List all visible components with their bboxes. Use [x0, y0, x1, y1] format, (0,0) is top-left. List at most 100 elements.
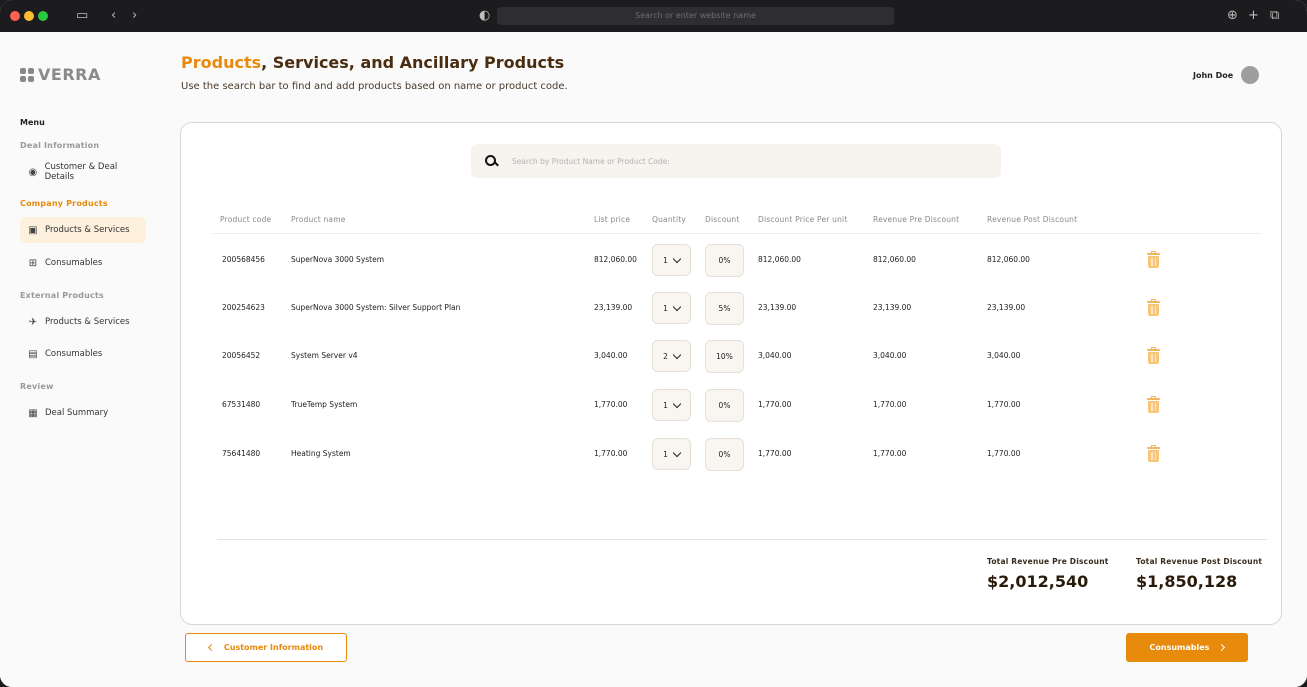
section-review: Review: [20, 382, 54, 391]
trash-icon[interactable]: [1147, 445, 1160, 462]
product-code: 75641480: [222, 449, 261, 458]
trash-icon[interactable]: [1147, 347, 1160, 364]
table-row: 200254623 SuperNova 3000 System: Silver …: [181, 292, 1283, 325]
shield-icon[interactable]: ◐: [479, 8, 490, 24]
revenue-pre: 3,040.00: [873, 351, 907, 360]
revenue-post: 1,770.00: [987, 400, 1021, 409]
discount-price: 812,060.00: [758, 255, 801, 264]
minimize-window-button[interactable]: [24, 11, 34, 21]
discount-value: 5%: [718, 304, 731, 313]
discount-input[interactable]: 0%: [705, 389, 744, 422]
discount-value: 0%: [718, 450, 731, 459]
clipboard-icon: ▦: [28, 407, 38, 419]
totals-divider: [217, 539, 1267, 540]
user-name: John Doe: [1193, 70, 1234, 80]
quantity-value: 2: [663, 351, 668, 361]
next-button-label: Consumables: [1149, 643, 1210, 652]
list-price: 23,139.00: [594, 303, 633, 312]
discount-input[interactable]: 5%: [705, 292, 744, 325]
sidebar-item-company-consumables[interactable]: ⊞ Consumables: [20, 250, 146, 276]
trash-icon[interactable]: [1147, 299, 1160, 316]
chevron-down-icon: [672, 302, 682, 311]
column-header-revenue-pre: Revenue Pre Discount: [873, 215, 960, 224]
brand-logo[interactable]: VERRA: [20, 65, 101, 84]
product-code: 67531480: [222, 400, 261, 409]
section-external-products: External Products: [20, 291, 104, 300]
chevron-down-icon: [672, 399, 682, 408]
product-name: SuperNova 3000 System: [291, 255, 385, 264]
revenue-pre: 1,770.00: [873, 449, 907, 458]
header-divider: [213, 233, 1261, 234]
total-post-value: $1,850,128: [1136, 572, 1238, 591]
window-icon: ▣: [28, 224, 38, 236]
new-tab-icon[interactable]: +: [1248, 8, 1259, 24]
menu-title: Menu: [20, 118, 45, 127]
sidebar-item-external-consumables[interactable]: ▤ Consumables: [20, 341, 146, 367]
download-icon[interactable]: ⊕: [1227, 8, 1238, 24]
trash-icon[interactable]: [1147, 251, 1160, 268]
chevron-down-icon: [672, 350, 682, 359]
discount-price: 3,040.00: [758, 351, 792, 360]
page-title: Products, Services, and Ancillary Produc…: [181, 53, 564, 72]
trash-icon[interactable]: [1147, 396, 1160, 413]
revenue-post: 23,139.00: [987, 303, 1026, 312]
quantity-select[interactable]: 1: [652, 438, 691, 470]
revenue-pre: 812,060.00: [873, 255, 916, 264]
browser-toolbar: ▭ ‹ › ◐ Search or enter website name ⊕ +…: [0, 0, 1307, 32]
sidebar-toggle-icon[interactable]: ▭: [76, 8, 88, 24]
total-pre-value: $2,012,540: [987, 572, 1089, 591]
tabs-overview-icon[interactable]: ⧉: [1270, 8, 1279, 24]
close-window-button[interactable]: [10, 11, 20, 21]
list-price: 812,060.00: [594, 255, 637, 264]
chevron-right-icon: [1218, 643, 1226, 652]
list-price: 1,770.00: [594, 400, 628, 409]
section-deal-information: Deal Information: [20, 141, 100, 150]
sidebar-item-customer-deal-details[interactable]: ◉ Customer & Deal Details: [20, 159, 146, 185]
maximize-window-button[interactable]: [38, 11, 48, 21]
chevron-left-icon: [207, 643, 215, 652]
sidebar-item-label: Deal Summary: [45, 408, 109, 418]
revenue-post: 1,770.00: [987, 449, 1021, 458]
revenue-post: 812,060.00: [987, 255, 1030, 264]
forward-icon[interactable]: ›: [132, 8, 137, 24]
search-input[interactable]: [512, 156, 952, 166]
product-name: TrueTemp System: [291, 400, 358, 409]
search-bar[interactable]: [471, 144, 1001, 178]
discount-price: 1,770.00: [758, 400, 792, 409]
product-code: 20056452: [222, 351, 261, 360]
next-button[interactable]: Consumables: [1126, 633, 1248, 662]
total-pre-label: Total Revenue Pre Discount: [987, 557, 1109, 566]
page-subtitle: Use the search bar to find and add produ…: [181, 81, 568, 92]
discount-input[interactable]: 10%: [705, 340, 744, 373]
quantity-value: 1: [663, 303, 668, 313]
product-name: Heating System: [291, 449, 351, 458]
address-bar[interactable]: Search or enter website name: [497, 7, 894, 25]
sidebar-item-label: Products & Services: [45, 225, 130, 235]
quantity-select[interactable]: 1: [652, 389, 691, 421]
sidebar-item-deal-summary[interactable]: ▦ Deal Summary: [20, 400, 146, 426]
user-menu[interactable]: John Doe: [1193, 66, 1260, 84]
devices-icon: ▤: [28, 348, 38, 360]
sidebar-item-label: Customer & Deal Details: [44, 162, 118, 182]
quantity-value: 1: [663, 255, 668, 265]
sidebar-item-external-products-services[interactable]: ✈ Products & Services: [20, 309, 146, 335]
quantity-select[interactable]: 1: [652, 292, 691, 324]
quantity-value: 1: [663, 400, 668, 410]
grid-box-icon: ⊞: [28, 257, 38, 269]
avatar[interactable]: [1241, 66, 1260, 84]
back-button[interactable]: Customer Information: [185, 633, 347, 662]
column-header-product-name: Product name: [291, 215, 346, 224]
product-code: 200568456: [222, 255, 265, 264]
quantity-select[interactable]: 1: [652, 244, 691, 276]
sidebar-item-label: Consumables: [45, 258, 103, 268]
search-icon: [485, 154, 498, 168]
discount-input[interactable]: 0%: [705, 244, 744, 277]
quantity-select[interactable]: 2: [652, 340, 691, 372]
discount-price: 1,770.00: [758, 449, 792, 458]
back-icon[interactable]: ‹: [111, 8, 116, 24]
quantity-value: 1: [663, 449, 668, 459]
discount-input[interactable]: 0%: [705, 438, 744, 471]
sidebar-item-company-products-services[interactable]: ▣ Products & Services: [20, 217, 146, 243]
revenue-pre: 1,770.00: [873, 400, 907, 409]
section-company-products: Company Products: [20, 199, 108, 208]
